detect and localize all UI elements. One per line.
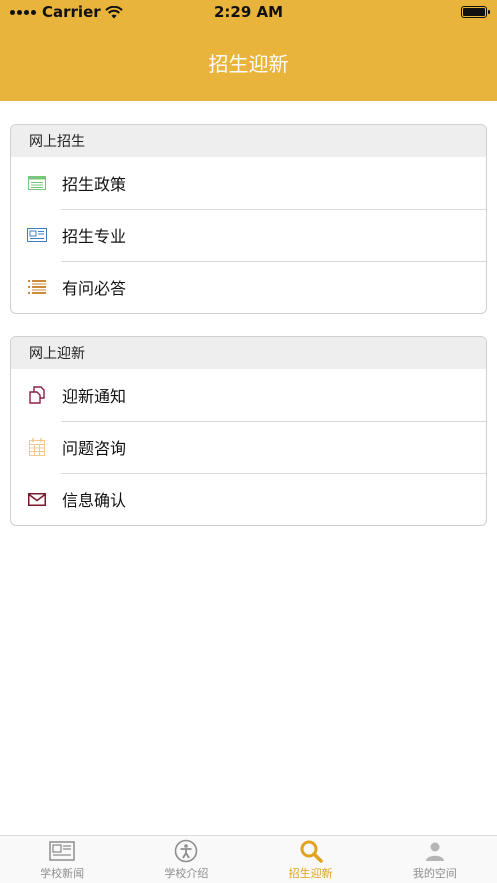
list-item-consultation[interactable]: 问题咨询 [11, 421, 486, 473]
section-header: 网上招生 [11, 125, 486, 157]
list-item-label: 招生专业 [62, 227, 127, 246]
numbered-list-icon [27, 277, 47, 297]
accessibility-icon [173, 839, 199, 863]
user-icon [422, 839, 448, 863]
list-item-orientation-notice[interactable]: 迎新通知 [11, 369, 486, 421]
tab-label: 我的空间 [412, 866, 457, 880]
list-item-label: 迎新通知 [62, 387, 127, 406]
tab-my-space[interactable]: 我的空间 [373, 836, 497, 883]
newspaper-icon [27, 225, 47, 245]
tab-label: 学校新闻 [40, 866, 85, 880]
list-table-icon [27, 173, 47, 193]
list-item-majors[interactable]: 招生专业 [11, 209, 486, 261]
tab-bar: 学校新闻 学校介绍 招生迎新 我的空间 [0, 835, 497, 883]
page-title: 招生迎新 [208, 52, 289, 76]
section-header: 网上迎新 [11, 337, 486, 369]
list-item-label: 招生政策 [62, 175, 127, 194]
section-online-orientation: 网上迎新 迎新通知 问题咨询 信息确认 [10, 336, 487, 526]
navigation-bar: 招生迎新 [0, 24, 497, 101]
list-item-enrollment-policy[interactable]: 招生政策 [11, 157, 486, 209]
tab-enrollment[interactable]: 招生迎新 [249, 836, 373, 883]
wifi-icon [104, 5, 123, 18]
signal-icon [10, 9, 36, 15]
status-left: Carrier [10, 3, 123, 21]
list-item-label: 有问必答 [62, 279, 127, 298]
tab-label: 招生迎新 [288, 866, 333, 880]
list-item-label: 问题咨询 [62, 439, 127, 458]
tab-label: 学校介绍 [164, 866, 209, 880]
news-icon [49, 839, 75, 863]
section-online-enrollment: 网上招生 招生政策 招生专业 有问必答 [10, 124, 487, 314]
battery-icon [461, 6, 490, 18]
tab-school-intro[interactable]: 学校介绍 [124, 836, 248, 883]
search-icon [298, 839, 324, 863]
carrier-label: Carrier [42, 3, 101, 21]
calendar-icon [27, 437, 47, 457]
list-item-info-confirm[interactable]: 信息确认 [11, 473, 486, 525]
status-bar: Carrier 2:29 AM [0, 0, 497, 24]
list-item-label: 信息确认 [62, 491, 127, 510]
copy-docs-icon [27, 385, 47, 405]
envelope-icon [27, 489, 47, 509]
main-content: 网上招生 招生政策 招生专业 有问必答 网上迎新 迎新通知 问题咨询 信息确认 [0, 101, 497, 835]
tab-school-news[interactable]: 学校新闻 [0, 836, 124, 883]
list-item-faq[interactable]: 有问必答 [11, 261, 486, 313]
